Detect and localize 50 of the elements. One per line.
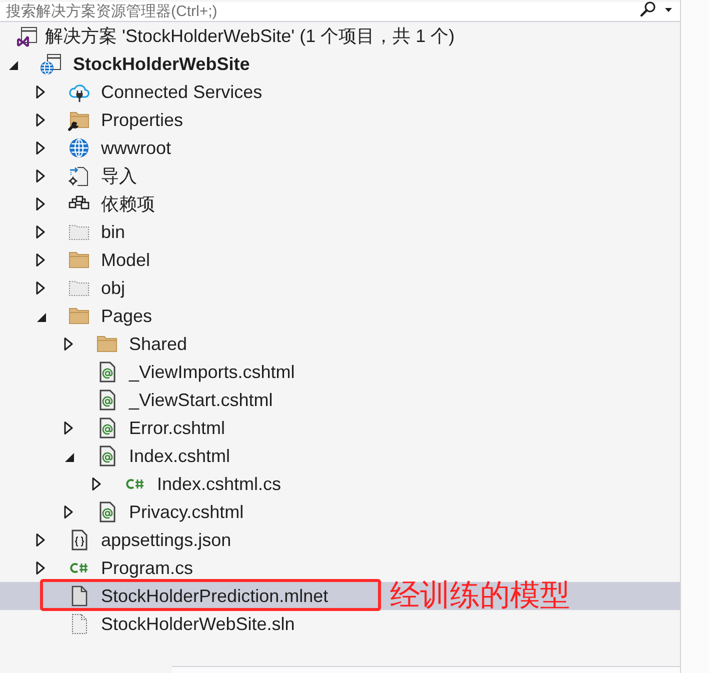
tree-item-label[interactable]: obj bbox=[101, 278, 126, 298]
tree-item-label[interactable]: StockHolderWebSite bbox=[73, 54, 250, 74]
tree-item-label[interactable]: appsettings.json bbox=[101, 530, 232, 550]
tree-item-label[interactable]: Privacy.cshtml bbox=[129, 502, 244, 522]
tree-item-label[interactable]: Error.cshtml bbox=[129, 418, 226, 438]
folder-icon bbox=[68, 305, 90, 327]
tree-item-label[interactable]: wwwroot bbox=[101, 138, 172, 158]
search-icon[interactable] bbox=[640, 1, 656, 17]
collapsed-arrow-icon[interactable] bbox=[36, 253, 45, 267]
tree-item-label[interactable]: bin bbox=[101, 222, 126, 242]
expanded-arrow-icon[interactable] bbox=[37, 313, 46, 322]
tree-item-label[interactable]: Index.cshtml bbox=[129, 446, 230, 466]
tree-item-label[interactable]: Pages bbox=[101, 306, 152, 326]
search-field[interactable]: 搜索解决方案资源管理器(Ctrl+;) bbox=[0, 2, 680, 22]
collapsed-arrow-icon[interactable] bbox=[36, 113, 45, 127]
tree-item-label[interactable]: Index.cshtml.cs bbox=[157, 474, 282, 494]
tree-item-label[interactable]: Properties bbox=[101, 110, 184, 130]
collapsed-arrow-icon[interactable] bbox=[36, 281, 45, 295]
web-project-icon bbox=[40, 53, 62, 75]
document-arrow-icon bbox=[68, 165, 90, 187]
folder-wrench-icon bbox=[68, 109, 90, 131]
collapsed-arrow-icon[interactable] bbox=[64, 421, 73, 435]
collapsed-arrow-icon[interactable] bbox=[36, 561, 45, 575]
globe-icon bbox=[68, 137, 90, 159]
collapsed-arrow-icon[interactable] bbox=[36, 197, 45, 211]
tree-item-label[interactable]: _ViewStart.cshtml bbox=[129, 390, 273, 410]
collapsed-arrow-icon[interactable] bbox=[64, 337, 73, 351]
tree-item-label[interactable]: StockHolderPrediction.mlnet bbox=[101, 586, 328, 606]
expanded-arrow-icon[interactable] bbox=[9, 61, 18, 70]
expanded-arrow-icon[interactable] bbox=[65, 453, 74, 462]
tree-item-label[interactable]: Program.cs bbox=[101, 558, 194, 578]
tree-item-label[interactable]: 导入 bbox=[101, 166, 137, 186]
tree-item-label[interactable]: _ViewImports.cshtml bbox=[129, 362, 295, 382]
tree-item-label[interactable]: 依赖项 bbox=[101, 194, 155, 214]
collapsed-arrow-icon[interactable] bbox=[36, 141, 45, 155]
tree-item-label[interactable]: Shared bbox=[129, 334, 188, 354]
collapsed-arrow-icon[interactable] bbox=[64, 505, 73, 519]
tree-item-label[interactable]: StockHolderWebSite.sln bbox=[101, 614, 295, 634]
collapsed-arrow-icon[interactable] bbox=[92, 477, 101, 491]
caret-icon[interactable] bbox=[665, 8, 672, 12]
collapsed-arrow-icon[interactable] bbox=[36, 85, 45, 99]
folder-icon bbox=[96, 333, 118, 355]
tree-item-label[interactable]: Connected Services bbox=[101, 82, 262, 102]
collapsed-arrow-icon[interactable] bbox=[36, 169, 45, 183]
tree-item-label[interactable]: Model bbox=[101, 250, 150, 270]
tree-item-label[interactable]: 解决方案 'StockHolderWebSite' (1 个项目，共 1 个) bbox=[45, 26, 455, 46]
collapsed-arrow-icon[interactable] bbox=[36, 225, 45, 239]
folder-icon bbox=[68, 249, 90, 271]
collapsed-arrow-icon[interactable] bbox=[36, 533, 45, 547]
solution-icon bbox=[16, 25, 38, 47]
